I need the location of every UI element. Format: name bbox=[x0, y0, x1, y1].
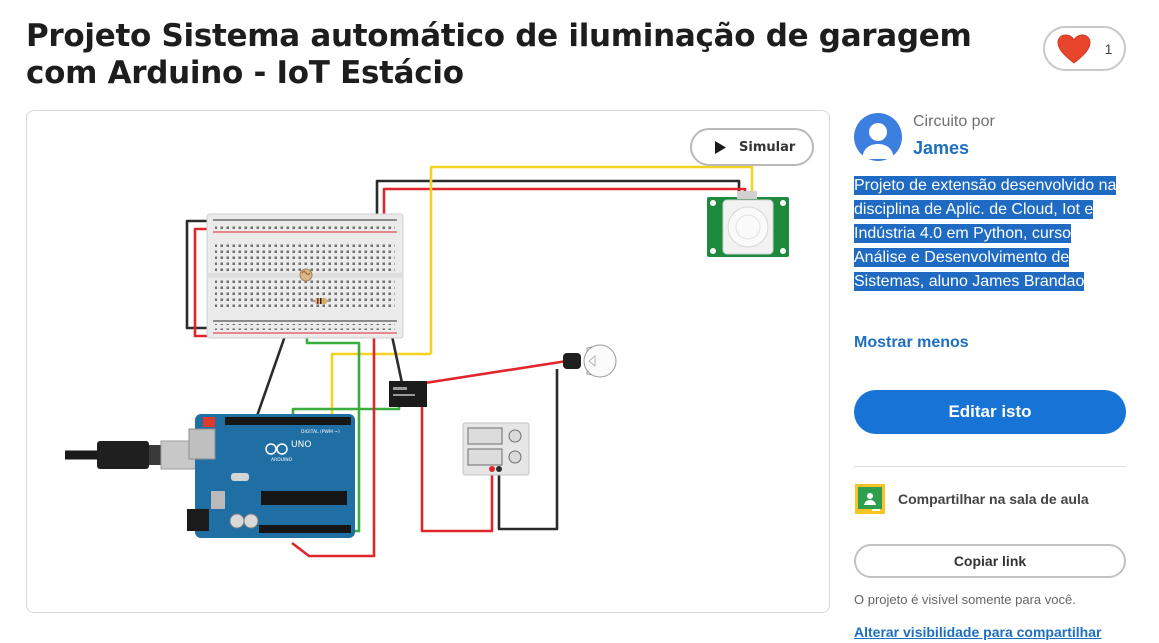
play-icon bbox=[715, 140, 726, 154]
simulate-label: Simular bbox=[739, 139, 796, 155]
wire-black-gnd bbox=[255, 335, 287, 417]
visibility-note: O projeto é visível somente para você. bbox=[854, 592, 1076, 607]
divider bbox=[854, 466, 1126, 467]
avatar[interactable] bbox=[854, 113, 902, 161]
wire-black-relay bbox=[390, 335, 404, 384]
edit-button[interactable]: Editar isto bbox=[854, 390, 1126, 434]
project-description-text: Projeto de extensão desenvolvido na disc… bbox=[854, 176, 1117, 291]
like-button[interactable]: 1 bbox=[1043, 26, 1126, 71]
wire-red-pir bbox=[382, 187, 747, 221]
arduino-model-label: UNO bbox=[291, 440, 311, 450]
author-link[interactable]: James bbox=[913, 138, 969, 159]
power-supply bbox=[462, 422, 530, 476]
arduino-uno: UNO ARDUINO DIGITAL (PWM ~) bbox=[187, 414, 355, 538]
arduino-brand-label: ARDUINO bbox=[271, 457, 293, 463]
wire-yellow-pir bbox=[429, 165, 754, 354]
relay bbox=[389, 381, 427, 407]
share-classroom-button[interactable]: Compartilhar na sala de aula bbox=[854, 483, 1089, 515]
like-count: 1 bbox=[1104, 40, 1113, 57]
heart-icon bbox=[1057, 33, 1091, 64]
author-caption: Circuito por bbox=[913, 113, 995, 130]
google-classroom-icon bbox=[855, 484, 885, 514]
copy-link-button[interactable]: Copiar link bbox=[854, 544, 1126, 578]
show-less-link[interactable]: Mostrar menos bbox=[854, 334, 969, 352]
project-description: Projeto de extensão desenvolvido na disc… bbox=[854, 174, 1126, 294]
pir-sensor bbox=[707, 191, 789, 257]
share-classroom-label: Compartilhar na sala de aula bbox=[898, 491, 1089, 507]
circuit-diagram: UNO ARDUINO DIGITAL (PWM ~) bbox=[65, 165, 789, 558]
arduino-digital-label: DIGITAL (PWM ~) bbox=[301, 429, 340, 435]
page-title: Projeto Sistema automático de iluminação… bbox=[26, 18, 972, 91]
photoresistor bbox=[299, 268, 313, 282]
simulate-button[interactable]: Simular bbox=[690, 128, 814, 166]
circuit-canvas[interactable]: UNO ARDUINO DIGITAL (PWM ~) Simular bbox=[26, 110, 830, 613]
change-visibility-link[interactable]: Alterar visibilidade para compartilhar bbox=[854, 624, 1101, 640]
wire-red-lamp bbox=[424, 359, 568, 385]
usb-cable bbox=[65, 440, 200, 470]
user-icon bbox=[862, 123, 894, 159]
light-bulb bbox=[563, 344, 617, 378]
